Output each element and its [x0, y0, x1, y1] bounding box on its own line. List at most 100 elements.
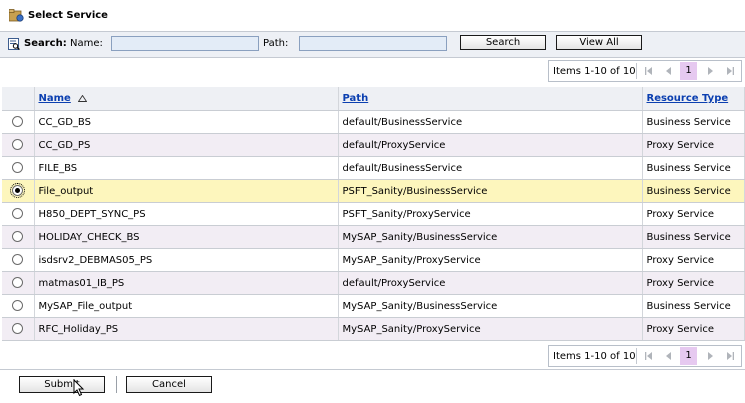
submit-button[interactable]: Submit — [19, 376, 105, 393]
search-icon — [8, 38, 20, 50]
row-radio-button[interactable] — [12, 231, 24, 243]
table-row[interactable]: matmas01_IB_PS default/ProxyService Proxy … — [2, 271, 745, 295]
service-name-cell: MySAP_File_output — [34, 294, 339, 318]
table-row[interactable]: File_output PSFT_Sanity/BusinessService Bu… — [2, 179, 745, 203]
row-select-cell[interactable] — [2, 294, 35, 318]
name-label: Name: — [70, 38, 103, 49]
resource-type-cell: Proxy Service — [642, 271, 745, 295]
view-all-button[interactable]: View All — [556, 35, 642, 50]
first-page-icon[interactable] — [644, 66, 654, 76]
path-input[interactable] — [299, 36, 447, 51]
service-path-cell: MySAP_Sanity/ProxyService — [338, 317, 643, 341]
resource-type-cell: Proxy Service — [642, 133, 745, 157]
resource-type-cell: Business Service — [642, 156, 745, 180]
resource-type-cell: Proxy Service — [642, 317, 745, 341]
row-radio-button[interactable] — [12, 208, 24, 220]
search-bar: Search: Name: Path: Search View All — [0, 31, 745, 58]
mouse-cursor-icon — [73, 379, 85, 397]
row-radio-button[interactable] — [12, 277, 24, 289]
row-radio-button[interactable] — [12, 116, 24, 128]
next-page-icon[interactable] — [705, 351, 715, 361]
row-select-cell[interactable] — [2, 271, 35, 295]
previous-page-icon[interactable] — [664, 351, 674, 361]
row-select-cell[interactable] — [2, 156, 35, 180]
table-row[interactable]: HOLIDAY_CHECK_BS MySAP_Sanity/BusinessSer… — [2, 225, 745, 249]
pager-count-text: Items 1-10 of 10 — [553, 351, 636, 362]
service-path-cell: MySAP_Sanity/ProxyService — [338, 248, 643, 272]
table-row[interactable]: H850_DEPT_SYNC_PS PSFT_Sanity/ProxyServic… — [2, 202, 745, 226]
row-select-cell[interactable] — [2, 317, 35, 341]
sort-ascending-icon — [78, 94, 88, 102]
service-path-cell: PSFT_Sanity/ProxyService — [338, 202, 643, 226]
table-row[interactable]: isdsrv2_DEBMAS05_PS MySAP_Sanity/ProxySer… — [2, 248, 745, 272]
resource-type-cell: Proxy Service — [642, 202, 745, 226]
service-path-cell: default/BusinessService — [338, 110, 643, 134]
row-select-cell[interactable] — [2, 202, 35, 226]
row-radio-button[interactable] — [12, 139, 24, 151]
row-radio-button[interactable] — [12, 323, 24, 335]
row-radio-button[interactable] — [12, 254, 24, 266]
service-path-cell: MySAP_Sanity/BusinessService — [338, 294, 643, 318]
previous-page-icon[interactable] — [664, 66, 674, 76]
row-radio-button[interactable] — [12, 162, 24, 174]
row-select-cell[interactable] — [2, 248, 35, 272]
button-divider — [116, 376, 117, 393]
table-row[interactable]: CC_GD_BS default/BusinessService Business … — [2, 110, 745, 134]
resource-type-cell: Business Service — [642, 179, 745, 203]
service-name-cell: isdsrv2_DEBMAS05_PS — [34, 248, 339, 272]
service-name-cell: HOLIDAY_CHECK_BS — [34, 225, 339, 249]
row-select-cell[interactable] — [2, 179, 35, 203]
service-name-cell: H850_DEPT_SYNC_PS — [34, 202, 339, 226]
type-sort-link[interactable]: Resource Type — [647, 93, 729, 104]
row-select-cell[interactable] — [2, 225, 35, 249]
cancel-button[interactable]: Cancel — [126, 376, 212, 393]
resource-type-cell: Business Service — [642, 225, 745, 249]
path-label: Path: — [263, 38, 289, 49]
service-name-cell: matmas01_IB_PS — [34, 271, 339, 295]
name-sort-link[interactable]: Name — [39, 93, 71, 104]
pager-separator — [636, 348, 637, 364]
current-page-number[interactable]: 1 — [680, 62, 697, 80]
row-select-cell[interactable] — [2, 133, 35, 157]
name-column-header[interactable]: Name — [34, 87, 339, 111]
current-page-number[interactable]: 1 — [680, 347, 697, 365]
row-radio-button[interactable] — [10, 183, 26, 199]
next-page-icon[interactable] — [705, 66, 715, 76]
table-row[interactable]: FILE_BS default/BusinessService Business S… — [2, 156, 745, 180]
name-input[interactable] — [111, 36, 259, 51]
service-path-cell: default/ProxyService — [338, 133, 643, 157]
table-row[interactable]: MySAP_File_output MySAP_Sanity/BusinessSe… — [2, 294, 745, 318]
search-button[interactable]: Search — [460, 35, 546, 50]
pager-top: Items 1-10 of 10 1 — [548, 60, 742, 82]
service-path-cell: MySAP_Sanity/BusinessService — [338, 225, 643, 249]
type-column-header[interactable]: Resource Type — [642, 87, 745, 111]
table-body: CC_GD_BS default/BusinessService Business … — [2, 110, 745, 341]
table-header-row: Name Path Resource Type — [2, 87, 745, 111]
footer-divider — [0, 369, 745, 370]
table-row[interactable]: RFC_Holiday_PS MySAP_Sanity/ProxyService P… — [2, 317, 745, 341]
search-label: Search: — [24, 38, 67, 49]
select-column-header — [2, 87, 35, 111]
services-table: Name Path Resource Type CC_GD_BS default/… — [2, 87, 745, 341]
service-name-cell: CC_GD_BS — [34, 110, 339, 134]
last-page-icon[interactable] — [725, 66, 735, 76]
service-path-cell: default/BusinessService — [338, 156, 643, 180]
last-page-icon[interactable] — [725, 351, 735, 361]
path-sort-link[interactable]: Path — [343, 93, 369, 104]
service-name-cell: File_output — [34, 179, 339, 203]
service-name-cell: CC_GD_PS — [34, 133, 339, 157]
first-page-icon[interactable] — [644, 351, 654, 361]
pager-separator — [636, 63, 637, 79]
resource-type-cell: Business Service — [642, 110, 745, 134]
row-radio-button[interactable] — [12, 300, 24, 312]
page-title: Select Service — [28, 10, 108, 21]
table-row[interactable]: CC_GD_PS default/ProxyService Proxy Servic… — [2, 133, 745, 157]
row-select-cell[interactable] — [2, 110, 35, 134]
path-column-header[interactable]: Path — [338, 87, 643, 111]
pager-count-text: Items 1-10 of 10 — [553, 66, 636, 77]
pager-bottom: Items 1-10 of 10 1 — [548, 345, 742, 367]
service-folder-icon — [9, 9, 24, 22]
service-name-cell: RFC_Holiday_PS — [34, 317, 339, 341]
resource-type-cell: Business Service — [642, 294, 745, 318]
service-name-cell: FILE_BS — [34, 156, 339, 180]
